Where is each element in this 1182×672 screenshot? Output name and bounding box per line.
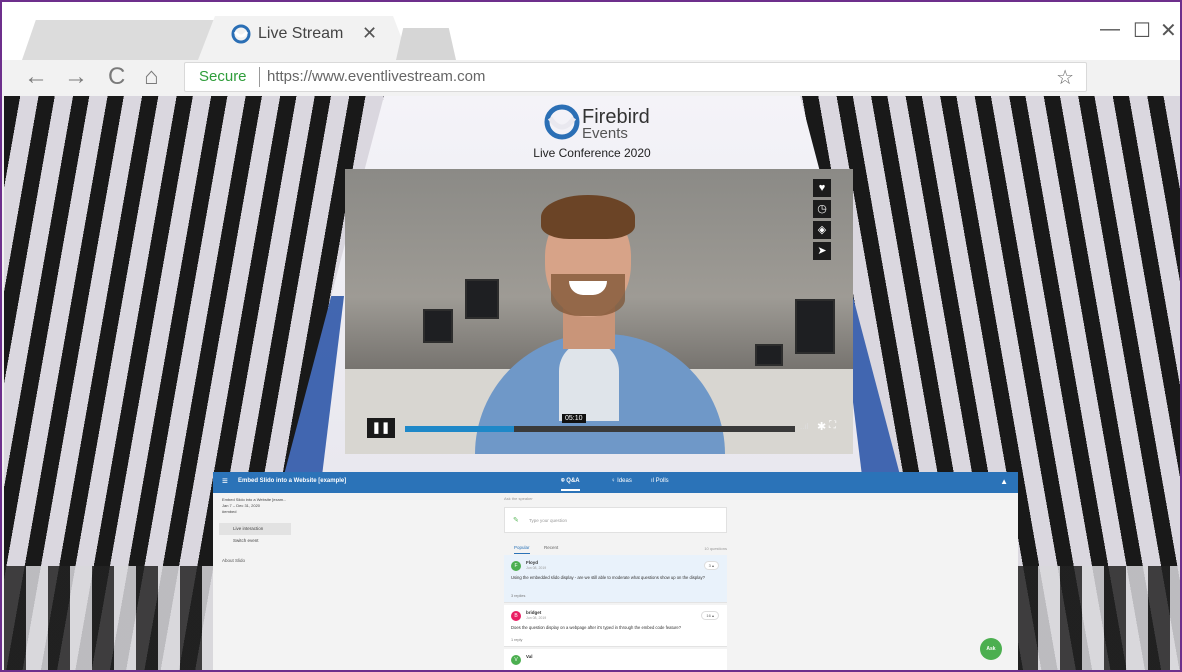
event-code: #embed (222, 509, 237, 514)
send-icon[interactable]: ➤ (813, 242, 831, 260)
video-player[interactable]: ♥ ◷ ◈ ➤ ❚❚ 05:10 ..ıl ✱ ⛶ (345, 169, 853, 454)
video-scene-monitor (423, 309, 453, 343)
question-card[interactable]: V Val (504, 649, 727, 670)
slido-qa-panel: Ask the speaker ✎ Type your question Pop… (504, 493, 727, 670)
like-count: 3 (708, 563, 711, 568)
url-field[interactable]: Secure https://www.eventlivestream.com ☆ (184, 62, 1087, 92)
question-author: bridget (526, 610, 542, 615)
layers-icon[interactable]: ◈ (813, 221, 831, 239)
replies-link[interactable]: 3 replies (511, 594, 525, 598)
question-count: 10 questions (704, 546, 727, 551)
progress-fill (405, 426, 515, 432)
url-text[interactable]: https://www.eventlivestream.com (267, 68, 485, 85)
speaker-tshirt (559, 341, 619, 421)
volume-icon[interactable]: ..ıl (800, 422, 808, 431)
browser-window: Live Stream ✕ — ☐ ✕ ← → C ⌂ Secure https… (0, 0, 1182, 672)
tab-polls[interactable]: ıl Polls (651, 478, 669, 484)
tab-ideas-label: Ideas (617, 478, 632, 484)
sort-popular[interactable]: Popular (514, 545, 530, 554)
player-side-icons: ♥ ◷ ◈ ➤ (813, 179, 831, 263)
video-scene-monitor (465, 279, 499, 319)
like-button[interactable]: 3 ▴ (703, 561, 719, 570)
avatar: V (511, 655, 521, 665)
question-author: Floyd (526, 560, 538, 565)
question-author: Val (526, 654, 533, 659)
omnibox-divider (259, 67, 260, 87)
fullscreen-icon[interactable]: ⛶ (829, 420, 836, 431)
pause-button[interactable]: ❚❚ (367, 418, 395, 438)
home-icon[interactable]: ⌂ (144, 64, 159, 90)
live-interaction-label: Live interaction (233, 526, 264, 531)
like-button[interactable]: 16 ▴ (701, 611, 719, 620)
switch-event-label: Switch event (233, 538, 259, 543)
question-date: Jun 08, 2019 (526, 616, 547, 620)
tab-close-icon[interactable]: ✕ (362, 23, 377, 44)
question-card[interactable]: B bridget Jun 08, 2019 16 ▴ Does the que… (504, 605, 727, 647)
page-content: Firebird Events Live Conference 2020 ♥ ◷… (4, 96, 1180, 670)
question-card[interactable]: F Floyd Jun 08, 2019 3 ▴ Using the embed… (504, 555, 727, 603)
tab-polls-label: Polls (655, 478, 669, 484)
clock-icon[interactable]: ◷ (813, 200, 831, 218)
ask-button[interactable]: Ask (980, 638, 1002, 660)
minimize-icon[interactable]: — (1100, 18, 1120, 41)
tab-title: Live Stream (258, 25, 344, 42)
question-input[interactable]: ✎ Type your question (504, 507, 727, 533)
avatar: B (511, 611, 521, 621)
question-text: Using the embedded slido display - are w… (511, 575, 705, 580)
conference-title: Live Conference 2020 (533, 146, 651, 160)
tab-qa-label: Q&A (566, 478, 580, 484)
reload-icon[interactable]: C (108, 64, 125, 90)
settings-gear-icon[interactable]: ✱ (817, 420, 826, 433)
about-slido-link[interactable]: About Slido (222, 558, 245, 563)
browser-menu-icon[interactable]: ⋮ (1172, 66, 1180, 91)
forward-icon[interactable]: → (64, 64, 88, 90)
hamburger-menu-icon[interactable]: ≡ (222, 476, 228, 487)
slido-header: ≡ Embed Slido into a Website [example] ⍟… (213, 472, 1018, 493)
speaker-hair (541, 195, 635, 239)
time-tooltip: 05:10 (562, 414, 586, 423)
progress-bar[interactable]: 05:10 (405, 414, 795, 432)
edit-icon: ✎ (513, 517, 519, 524)
video-scene-monitor (795, 299, 835, 354)
firebird-favicon-icon (231, 24, 251, 44)
sort-recent[interactable]: Recent (544, 545, 558, 550)
heart-icon[interactable]: ♥ (813, 179, 831, 197)
window-close-icon[interactable]: ✕ (1160, 18, 1177, 43)
slido-embed: ≡ Embed Slido into a Website [example] ⍟… (213, 472, 1018, 670)
replies-link[interactable]: 1 reply (511, 638, 522, 642)
logo-text-events: Events (582, 125, 628, 142)
firebird-logo: Firebird Events (544, 100, 664, 144)
question-text: Does the question display on a webpage a… (511, 625, 682, 630)
sidebar-item-switch-event[interactable]: Switch event (219, 535, 291, 547)
tab-qa[interactable]: ⍟ Q&A (561, 478, 580, 491)
video-scene-monitor (755, 344, 783, 366)
event-info: Embed Slido into a Website [exam... Jan … (222, 497, 286, 515)
avatar: F (511, 561, 521, 571)
back-icon[interactable]: ← (24, 64, 48, 90)
like-count: 16 (706, 613, 711, 618)
bookmark-star-icon[interactable]: ☆ (1056, 65, 1074, 90)
slido-event-title: Embed Slido into a Website [example] (238, 478, 347, 484)
address-bar: ← → C ⌂ Secure https://www.eventlivestre… (2, 60, 1180, 96)
tab-ideas[interactable]: ♀ Ideas (611, 478, 632, 484)
tab-strip: Live Stream ✕ — ☐ ✕ (2, 2, 1180, 60)
secure-label: Secure (199, 68, 247, 85)
question-input-placeholder: Type your question (529, 518, 568, 523)
question-date: Jun 08, 2019 (526, 566, 547, 570)
player-controls: ❚❚ 05:10 ..ıl ✱ ⛶ (345, 414, 853, 440)
ask-speaker-hint: Ask the speaker (504, 496, 533, 501)
new-tab-button[interactable] (396, 28, 456, 60)
firebird-logo-icon (544, 104, 580, 140)
sidebar-item-live-interaction[interactable]: Live interaction (219, 523, 291, 535)
maximize-icon[interactable]: ☐ (1133, 18, 1151, 43)
slido-sidebar: Embed Slido into a Website [exam... Jan … (213, 493, 503, 670)
user-icon[interactable]: ▲ (1000, 477, 1008, 486)
